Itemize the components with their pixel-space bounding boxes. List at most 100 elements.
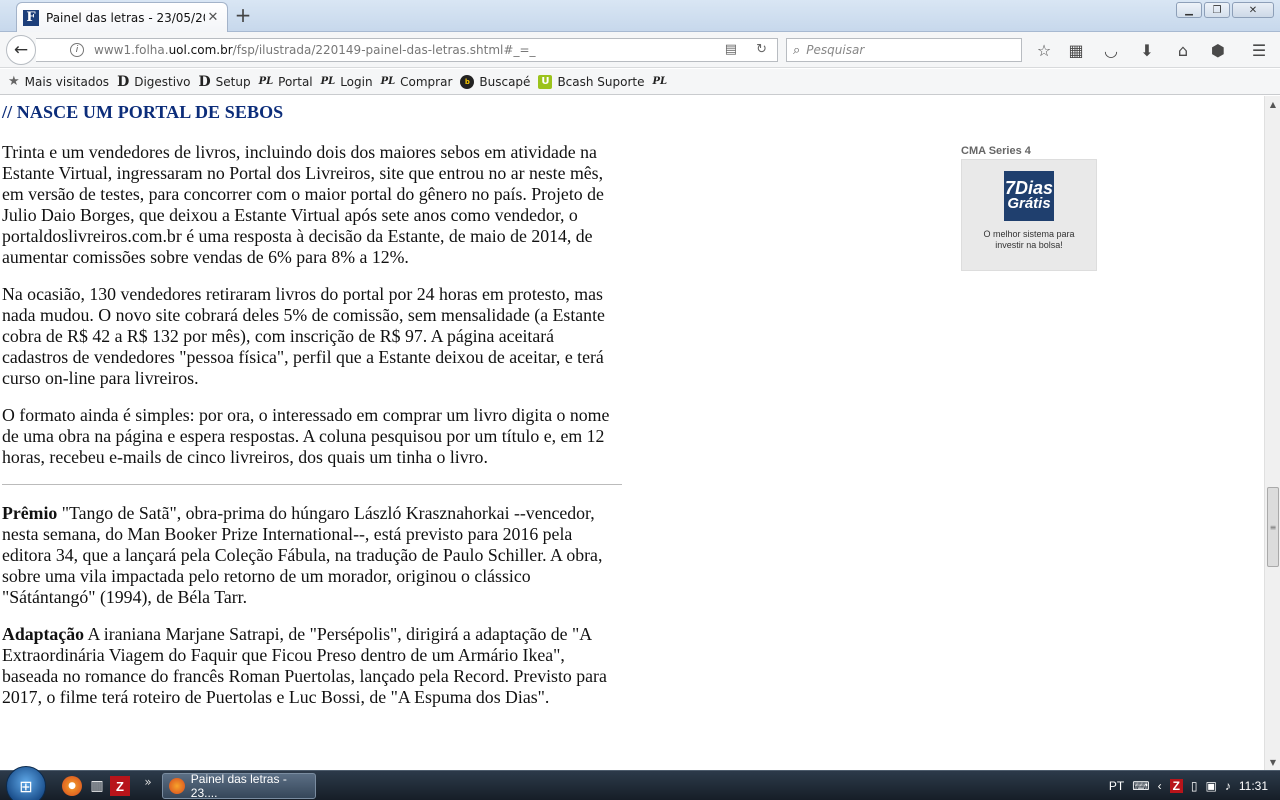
article: // NASCE UM PORTAL DE SEBOS Trinta e um … <box>2 102 622 724</box>
file-explorer-icon[interactable]: ▥ <box>87 776 107 796</box>
bookmark-label: Mais visitados <box>24 74 110 89</box>
taskbar-firefox-window[interactable]: Painel das letras - 23.... <box>162 772 316 800</box>
reload-icon[interactable]: ↻ <box>756 42 767 57</box>
home-icon[interactable]: ⌂ <box>1173 40 1193 60</box>
scroll-up-icon[interactable]: ▲ <box>1265 96 1280 112</box>
url-bar[interactable]: i www1.folha. uol.com.br/fsp/ilustrada/22… <box>36 38 778 62</box>
firefox-icon <box>169 778 185 794</box>
url-path: /fsp/ilustrada/220149-painel-das-letras.… <box>232 43 536 57</box>
firefox-icon[interactable]: ● <box>62 776 82 796</box>
bookmark-login[interactable]: PL Login <box>321 75 373 89</box>
sidebar-ad: CMA Series 4 7Dias Grátis O melhor siste… <box>961 145 1097 271</box>
ad-badge-line2: Grátis <box>1007 195 1051 212</box>
bookmark-label: Buscapé <box>479 74 531 89</box>
tab-close-icon[interactable]: ✕ <box>205 10 221 25</box>
bookmark-label: Digestivo <box>134 74 191 89</box>
ad-label: CMA Series 4 <box>961 145 1031 157</box>
url-domain: uol.com.br <box>168 43 233 57</box>
taskbar-more-icon[interactable]: » <box>138 772 158 792</box>
url-host: www1.folha. <box>94 43 169 57</box>
pl-icon: PL <box>652 76 668 87</box>
site-info-icon[interactable]: i <box>70 43 84 57</box>
start-button[interactable]: ⊞ <box>6 766 46 800</box>
pl-icon: PL <box>320 76 336 87</box>
divider <box>2 484 622 485</box>
downloads-icon[interactable]: ⬇ <box>1137 40 1157 60</box>
navigation-bar: i www1.folha. uol.com.br/fsp/ilustrada/22… <box>0 32 1280 68</box>
system-tray: PT ⌨ ‹ Z ▯ ▣ ♪ 11:31 <box>1109 771 1280 800</box>
pl-icon: PL <box>380 76 396 87</box>
bookmark-comprar[interactable]: PL Comprar <box>381 75 453 89</box>
star-icon: ★ <box>8 74 20 89</box>
search-placeholder: Pesquisar <box>806 43 865 57</box>
pocket-icon[interactable]: ◡ <box>1101 40 1121 60</box>
bookmarks-list-icon[interactable]: ▦ <box>1066 40 1086 60</box>
page-content: // NASCE UM PORTAL DE SEBOS Trinta e um … <box>0 96 1264 770</box>
buscape-icon: b <box>460 74 475 89</box>
restore-button[interactable]: ❐ <box>1204 2 1230 18</box>
back-button[interactable]: ← <box>6 35 36 65</box>
ad-badge: 7Dias Grátis <box>1004 171 1054 221</box>
filezilla-tray-icon[interactable]: Z <box>1169 779 1183 793</box>
ad-badge-line1: 7Dias <box>1004 178 1054 198</box>
ad-tagline: O melhor sistema para investir na bolsa! <box>983 229 1075 250</box>
bookmark-portal[interactable]: PL Portal <box>259 75 313 89</box>
filezilla-icon[interactable]: Z <box>110 776 130 796</box>
bcash-icon: U <box>538 74 553 89</box>
digestivo-icon: D <box>117 73 130 90</box>
bookmarks-toolbar: ★ Mais visitados D Digestivo D Setup PL … <box>0 69 1280 95</box>
volume-icon[interactable]: ♪ <box>1225 779 1231 793</box>
menu-icon[interactable]: ☰ <box>1249 40 1269 60</box>
keyboard-icon[interactable]: ⌨ <box>1132 779 1149 793</box>
device-icon[interactable]: ▯ <box>1191 779 1198 793</box>
language-indicator[interactable]: PT <box>1109 779 1124 793</box>
note-title: Adaptação <box>2 624 84 644</box>
minimize-button[interactable]: ▁ <box>1176 2 1202 18</box>
article-paragraph: O formato ainda é simples: por ora, o in… <box>2 405 610 467</box>
bookmark-label: Comprar <box>400 74 453 89</box>
search-input[interactable]: ⌕ Pesquisar <box>786 38 1022 62</box>
title-bar: F Painel das letras - 23/05/20... ✕ + ▁ … <box>0 0 1280 32</box>
tab-painel-das-letras[interactable]: F Painel das letras - 23/05/20... ✕ <box>16 2 228 32</box>
section-heading: // NASCE UM PORTAL DE SEBOS <box>2 102 284 122</box>
new-tab-button[interactable]: + <box>232 4 254 26</box>
note-adaptacao: Adaptação A iraniana Marjane Satrapi, de… <box>2 624 622 708</box>
search-icon: ⌕ <box>793 42 801 58</box>
bookmark-label: Login <box>340 74 373 89</box>
note-title: Prêmio <box>2 503 58 523</box>
window-controls: ▁ ❐ ✕ <box>1176 2 1274 18</box>
tab-title: Painel das letras - 23/05/20... <box>46 10 205 25</box>
bookmark-buscape[interactable]: b Buscapé <box>460 74 531 89</box>
bookmark-label: Setup <box>215 74 251 89</box>
digestivo-icon: D <box>198 73 211 90</box>
ad-banner[interactable]: 7Dias Grátis O melhor sistema para inves… <box>961 159 1097 271</box>
scroll-thumb[interactable]: ≡ <box>1267 487 1279 567</box>
taskbar-task-label: Painel das letras - 23.... <box>190 772 287 800</box>
bookmark-star-icon[interactable]: ☆ <box>1034 40 1054 60</box>
bookmark-pl-extra[interactable]: PL <box>653 76 673 87</box>
folha-favicon-icon: F <box>23 9 39 26</box>
article-paragraph: Trinta e um vendedores de livros, inclui… <box>2 142 604 267</box>
bookmark-label: Portal <box>278 74 313 89</box>
bookmark-setup[interactable]: D Setup <box>199 74 251 90</box>
bookmark-label: Bcash Suporte <box>557 74 645 89</box>
tray-expand-icon[interactable]: ‹ <box>1158 779 1162 793</box>
extension-icon[interactable]: ⬢ <box>1208 40 1228 60</box>
reader-view-icon[interactable]: ▤ <box>725 42 737 57</box>
windows-taskbar: ⊞ ● ▥ Z » Painel das letras - 23.... PT … <box>0 766 1280 800</box>
article-paragraph: Na ocasião, 130 vendedores retiraram liv… <box>2 284 605 388</box>
pl-icon: PL <box>258 76 274 87</box>
windows-logo-icon: ⊞ <box>19 776 33 796</box>
back-arrow-icon: ← <box>13 40 29 60</box>
close-window-button[interactable]: ✕ <box>1232 2 1274 18</box>
scroll-down-icon[interactable]: ▼ <box>1265 754 1280 770</box>
note-text: "Tango de Satã", obra-prima do húngaro L… <box>2 503 603 607</box>
network-icon[interactable]: ▣ <box>1206 779 1217 793</box>
note-premio: Prêmio "Tango de Satã", obra-prima do hú… <box>2 503 622 608</box>
bookmark-mais-visitados[interactable]: ★ Mais visitados <box>8 74 109 89</box>
page-scrollbar[interactable]: ▲ ≡ ▼ <box>1264 96 1280 770</box>
clock[interactable]: 11:31 <box>1239 779 1268 793</box>
bookmark-digestivo[interactable]: D Digestivo <box>117 74 190 90</box>
note-text: A iraniana Marjane Satrapi, de "Persépol… <box>2 624 607 707</box>
bookmark-bcash-suporte[interactable]: U Bcash Suporte <box>538 74 645 89</box>
